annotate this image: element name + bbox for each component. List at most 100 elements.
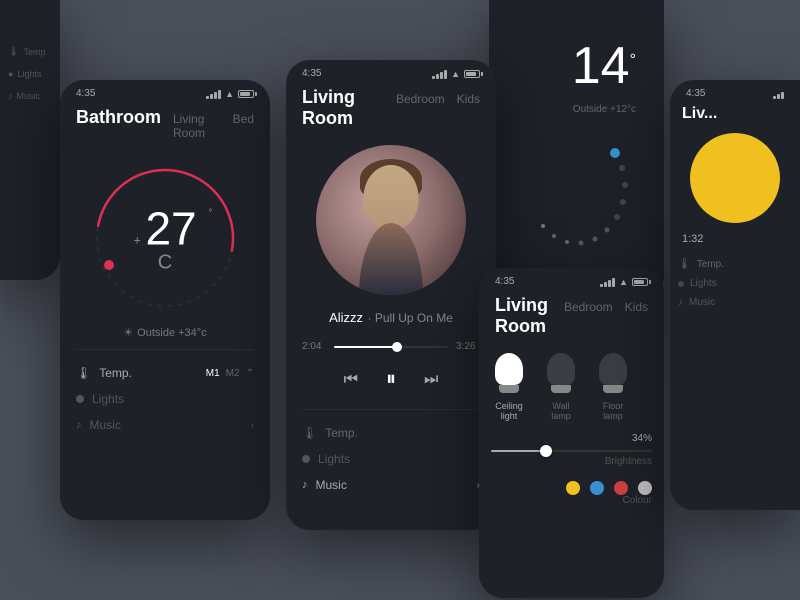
phone-far-left: 🌡 Temp ● Lights ♪ Music <box>0 0 60 280</box>
track-info: Alizzz · Pull Up On Me <box>286 303 496 333</box>
music-label-bottom: Music <box>316 478 347 492</box>
phone-music: 4:35 ▲ Living Room Bedroom Kids Alizzz · <box>286 60 496 530</box>
time-far-right: 4:35 <box>686 88 705 99</box>
far-left-lights-label: Lights <box>17 69 41 79</box>
prev-button[interactable]: ⏮ <box>344 371 358 389</box>
battery-lights <box>632 278 648 286</box>
far-left-temp-icon: 🌡 <box>8 46 19 57</box>
signal-main <box>206 89 221 99</box>
temp-arc <box>507 123 647 263</box>
wifi-music: ▲ <box>451 69 460 79</box>
therm-icon-fr: 🌡 <box>678 259 691 270</box>
bulb-base-ceiling <box>499 385 519 393</box>
track-name: Pull Up On Me <box>375 311 453 325</box>
therm-icon-main: 🌡 <box>76 366 91 380</box>
room-tabs-lights: Living Room Bedroom Kids <box>479 291 664 345</box>
lights-label-music: Lights <box>318 452 350 466</box>
music-row-music[interactable]: ♪ Music › <box>286 472 496 498</box>
room-tabs-music: Living Room Bedroom Kids <box>286 83 496 137</box>
outside-temp-main: ☀ Outside +34°c <box>60 326 270 339</box>
temp-circle: + 27 ° C <box>85 158 245 318</box>
time-music: 4:35 <box>302 68 321 79</box>
status-bar-lights: 4:35 ▲ <box>479 268 664 291</box>
colour-dot-yellow[interactable] <box>566 481 580 495</box>
tab-bed[interactable]: Bed <box>233 112 254 126</box>
lights-row-main: Lights <box>60 386 270 412</box>
music-icon-fr: ♪ <box>678 297 683 308</box>
tab-living-room[interactable]: Living Room <box>173 112 221 140</box>
phone-far-right: 4:35 Liv... 1:32 🌡 Temp. Lights <box>670 80 800 510</box>
temp-section-music: 🌡 Temp. <box>286 420 496 446</box>
title-far-right: Liv... <box>682 105 717 122</box>
degree-symbol: ° <box>208 208 212 220</box>
music-icon-main: ♪ <box>76 419 82 431</box>
tab-kids-lights[interactable]: Kids <box>625 300 648 314</box>
m2-tab[interactable]: M2 <box>226 368 240 379</box>
outside-temp-right: Outside +12°c <box>501 104 652 123</box>
temp-label-main: Temp. <box>99 366 132 380</box>
sun-icon-main: ☀ <box>123 326 133 339</box>
status-bar-far-right: 4:35 <box>670 80 800 103</box>
lights-label-main: Lights <box>92 392 124 406</box>
battery-music <box>464 70 480 78</box>
tab-bedroom-lights[interactable]: Bedroom <box>564 300 613 314</box>
lights-label-fr: Lights <box>690 278 717 289</box>
battery-main <box>238 90 254 98</box>
temp-value: 27 <box>145 203 196 255</box>
bulb-label-wall: Walllamp <box>543 401 579 421</box>
progress-thumb <box>392 342 402 352</box>
tab-living-music[interactable]: Living Room <box>302 87 384 129</box>
temp-section-main: 🌡 Temp. M1 M2 ⌃ <box>60 360 270 386</box>
time-main: 4:35 <box>76 88 95 99</box>
yellow-circle <box>690 133 780 223</box>
music-arrow-main: › <box>251 420 254 431</box>
therm-icon-music: 🌡 <box>302 426 317 440</box>
scene: 🌡 Temp ● Lights ♪ Music 14° Outside +12°… <box>0 0 800 600</box>
far-left-light-icon: ● <box>8 69 13 79</box>
music-icon-bottom: ♪ <box>302 479 308 491</box>
progress-container[interactable]: 2:04 3:26 <box>286 333 496 360</box>
status-bar-main: 4:35 ▲ <box>60 80 270 103</box>
next-button[interactable]: ⏭ <box>424 371 438 389</box>
music-label-fr: Music <box>689 297 715 308</box>
music-row-main[interactable]: ♪ Music › <box>60 412 270 438</box>
m1-tab[interactable]: M1 <box>206 368 220 379</box>
bulb-floor[interactable]: Floorlamp <box>595 353 631 421</box>
track-artist: Alizzz <box>329 310 363 325</box>
bulb-glass-floor <box>599 353 627 385</box>
far-left-music-label: Music <box>17 91 41 101</box>
progress-fill <box>334 346 397 348</box>
brightness-slider[interactable] <box>491 450 652 452</box>
big-temp-value: 14° <box>501 16 652 104</box>
more-temp[interactable]: ⌃ <box>246 368 254 379</box>
time-current: 2:04 <box>302 341 326 352</box>
bulb-ceiling[interactable]: Ceilinglight <box>491 353 527 421</box>
bulb-label-ceiling: Ceilinglight <box>491 401 527 421</box>
room-tabs-main: Bathroom Living Room Bed <box>60 103 270 148</box>
colour-dot-red[interactable] <box>614 481 628 495</box>
colour-section: Colour <box>491 475 652 518</box>
wifi-main: ▲ <box>225 89 234 99</box>
far-left-temp-label: Temp <box>23 47 45 57</box>
bulb-base-floor <box>603 385 623 393</box>
brightness-section: 34% Brightness <box>491 425 652 475</box>
tab-kids-music[interactable]: Kids <box>457 92 480 106</box>
temp-label-fr: Temp. <box>697 259 724 270</box>
signal-music <box>432 69 447 79</box>
wifi-lights: ▲ <box>619 277 628 287</box>
colour-dot-grey[interactable] <box>638 481 652 495</box>
temp-label-music: Temp. <box>325 426 358 440</box>
lights-panel: Ceilinglight Walllamp Floorlam <box>479 345 664 518</box>
tab-bathroom[interactable]: Bathroom <box>76 107 161 128</box>
colour-dots <box>491 481 652 495</box>
time-lights: 4:35 <box>495 276 514 287</box>
time-total: 3:26 <box>456 341 480 352</box>
pause-button[interactable]: ⏸ <box>386 368 396 391</box>
colour-dot-blue[interactable] <box>590 481 604 495</box>
progress-track[interactable] <box>334 346 448 348</box>
playback-controls: ⏮ ⏸ ⏭ <box>286 360 496 399</box>
tab-living-lights[interactable]: Living Room <box>495 295 552 337</box>
tab-bedroom-music[interactable]: Bedroom <box>396 92 445 106</box>
bulb-wall[interactable]: Walllamp <box>543 353 579 421</box>
album-art <box>316 145 466 295</box>
